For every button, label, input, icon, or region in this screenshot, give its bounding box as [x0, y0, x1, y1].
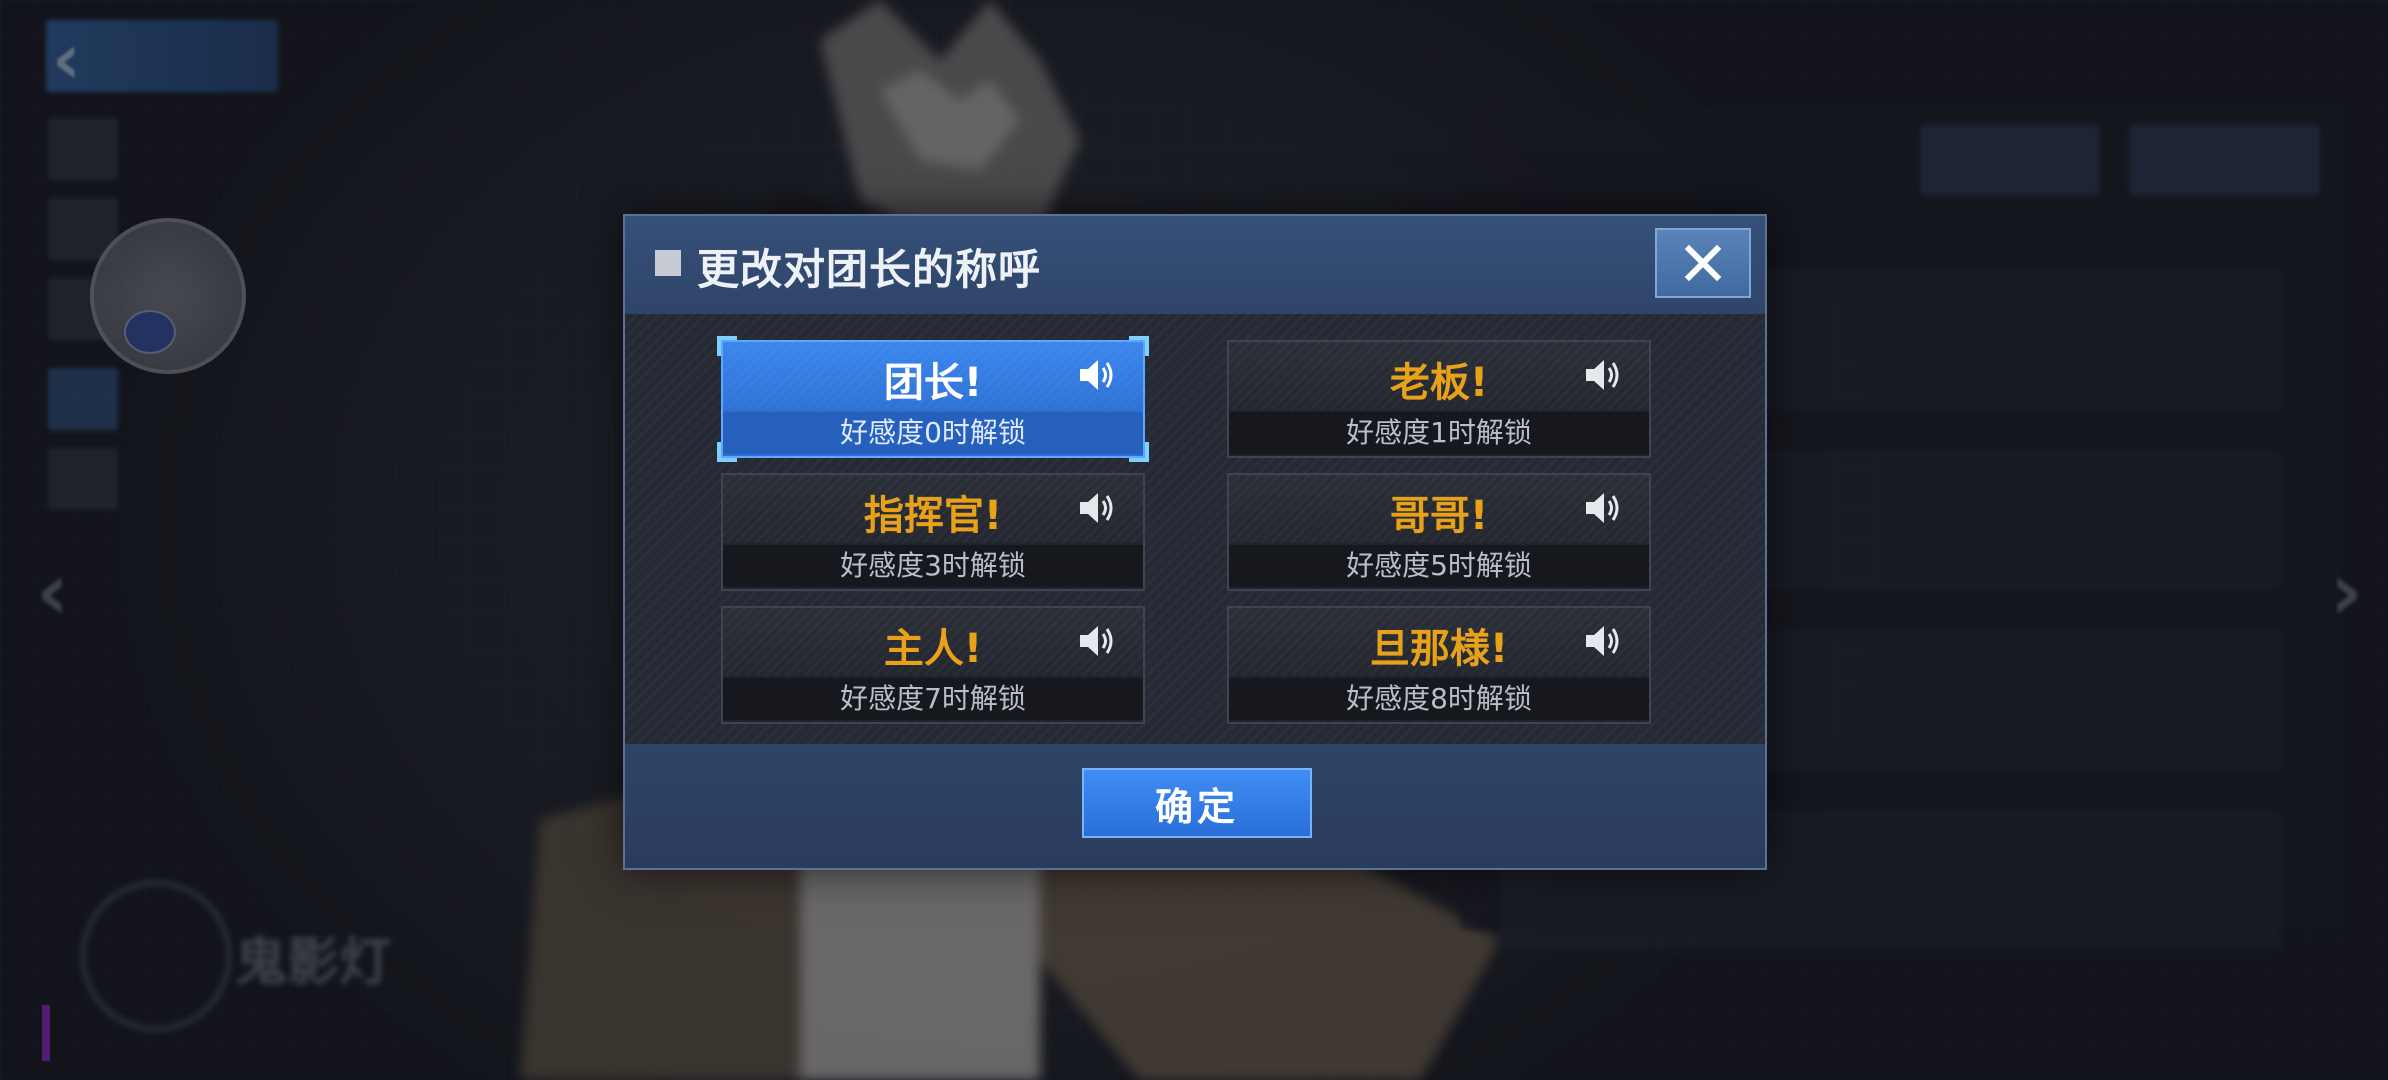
title-option-2[interactable]: 指挥官! 好感度3时解锁 — [721, 473, 1145, 591]
confirm-button[interactable]: 确定 — [1082, 768, 1312, 838]
selection-corner — [1129, 442, 1149, 462]
title-option-0[interactable]: 团长! 好感度0时解锁 — [717, 336, 1149, 462]
dialog-header: 更改对团长的称呼 — [625, 216, 1765, 314]
selection-corner — [1129, 336, 1149, 356]
title-option-1[interactable]: 老板! 好感度1时解锁 — [1227, 340, 1651, 458]
selection-corner — [717, 336, 737, 356]
option-unlock-text: 好感度3时解锁 — [723, 545, 1143, 587]
option-unlock-text: 好感度0时解锁 — [723, 412, 1143, 454]
rename-dialog: 更改对团长的称呼 团长! 好感度0时解锁 老板! 好感度1时解锁 指挥官! 好感… — [623, 214, 1767, 870]
title-option-4[interactable]: 主人! 好感度7时解锁 — [721, 606, 1145, 724]
option-unlock-text: 好感度5时解锁 — [1229, 545, 1649, 587]
option-unlock-text: 好感度8时解锁 — [1229, 678, 1649, 720]
title-option-5[interactable]: 旦那様! 好感度8时解锁 — [1227, 606, 1651, 724]
close-x-icon — [1684, 244, 1722, 282]
dialog-title: 更改对团长的称呼 — [697, 245, 1042, 294]
option-unlock-text: 好感度1时解锁 — [1229, 412, 1649, 454]
speaker-icon[interactable] — [1077, 489, 1117, 527]
option-unlock-text: 好感度7时解锁 — [723, 678, 1143, 720]
speaker-icon[interactable] — [1583, 622, 1623, 660]
selection-corner — [717, 442, 737, 462]
speaker-icon[interactable] — [1583, 489, 1623, 527]
speaker-icon[interactable] — [1077, 622, 1117, 660]
title-square-icon — [655, 250, 681, 276]
title-option-3[interactable]: 哥哥! 好感度5时解锁 — [1227, 473, 1651, 591]
speaker-icon[interactable] — [1077, 356, 1117, 394]
speaker-icon[interactable] — [1583, 356, 1623, 394]
close-button[interactable] — [1655, 228, 1751, 298]
